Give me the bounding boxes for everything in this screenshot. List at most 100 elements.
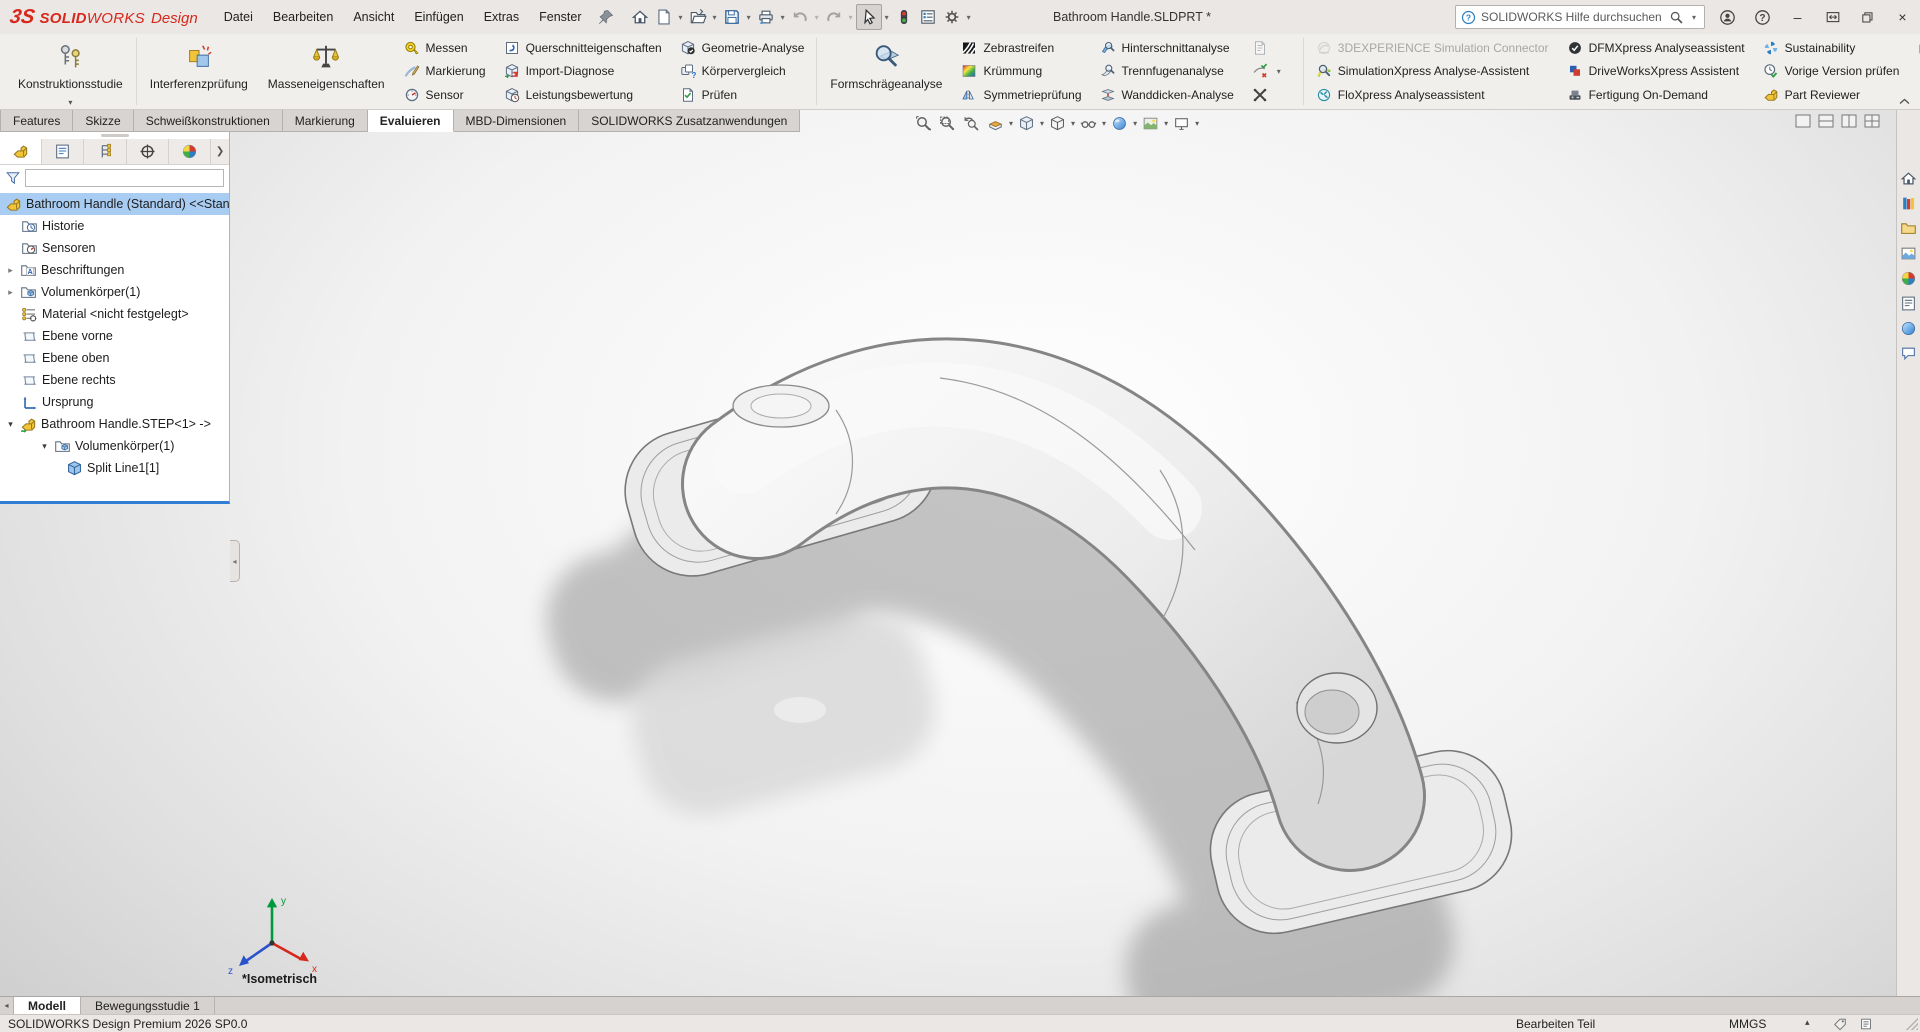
- tree-item-solid-bodies-sub[interactable]: ▾ Volumenkörper(1): [0, 435, 229, 457]
- undo-button[interactable]: [788, 4, 812, 30]
- options-list-icon[interactable]: [916, 4, 940, 30]
- panel-grip-handle[interactable]: [0, 132, 229, 139]
- driveworksxpress-wizard-button[interactable]: DriveWorksXpress Assistent: [1564, 60, 1748, 82]
- display-style-button[interactable]: [1046, 112, 1069, 134]
- tab-features[interactable]: Features: [0, 110, 73, 132]
- check-previous-version-button[interactable]: Vorige Version prüfen: [1760, 60, 1903, 82]
- manufacturing-on-demand-button[interactable]: Fertigung On-Demand: [1564, 84, 1748, 106]
- undercut-analysis-button[interactable]: Hinterschnittanalyse: [1097, 37, 1237, 59]
- new-document-caret[interactable]: ▾: [676, 13, 686, 22]
- markup-button[interactable]: Markierung: [401, 60, 489, 82]
- display-style-caret[interactable]: ▾: [1070, 119, 1076, 128]
- tab-evaluieren[interactable]: Evaluieren: [368, 110, 454, 132]
- zoom-area-button[interactable]: [936, 112, 959, 134]
- search-input[interactable]: [1481, 10, 1664, 24]
- search-icon[interactable]: [1669, 10, 1684, 25]
- tab-dimxpert-manager[interactable]: [127, 139, 169, 164]
- draft-analysis-button[interactable]: Formschrägeanalyse: [820, 36, 952, 107]
- tree-item-right-plane[interactable]: Ebene rechts: [0, 369, 229, 391]
- previous-view-button[interactable]: [960, 112, 983, 134]
- view-orientation-caret[interactable]: ▾: [1039, 119, 1045, 128]
- graphics-area[interactable]: y x z ▾ ▾ ▾ ▾ ▾ ▾ ▾ *Isometrisch: [0, 110, 1896, 996]
- view-settings-button[interactable]: [1170, 112, 1193, 134]
- pin-menu-icon[interactable]: [594, 4, 618, 30]
- home-button[interactable]: [628, 4, 652, 30]
- curvature-button[interactable]: Krümmung: [958, 60, 1084, 82]
- tab-solidworks-zusatzanwendungen[interactable]: SOLIDWORKS Zusatzanwendungen: [579, 110, 800, 132]
- design-library-icon[interactable]: [1900, 195, 1917, 212]
- mass-properties-button[interactable]: Masseneigenschaften: [258, 36, 395, 107]
- tab-schweisskonstruktionen[interactable]: Schweißkonstruktionen: [134, 110, 283, 132]
- part-reviewer-button[interactable]: Part Reviewer: [1760, 84, 1903, 106]
- tree-item-material[interactable]: Material <nicht festgelegt>: [0, 303, 229, 325]
- compare-bodies-button[interactable]: ?Körpervergleich: [677, 60, 808, 82]
- menu-einfuegen[interactable]: Einfügen: [404, 5, 473, 29]
- tree-item-front-plane[interactable]: Ebene vorne: [0, 325, 229, 347]
- close-button[interactable]: ×: [1885, 0, 1920, 34]
- solidworks-resources-icon[interactable]: [1900, 170, 1917, 187]
- tree-item-top-plane[interactable]: Ebene oben: [0, 347, 229, 369]
- tree-item-solid-bodies[interactable]: ▸ Volumenkörper(1): [0, 281, 229, 303]
- select-tool-button[interactable]: [856, 4, 882, 30]
- switch-window-button[interactable]: [1815, 0, 1850, 34]
- panel-tabs-overflow-chevron[interactable]: ❯: [211, 139, 229, 164]
- hide-show-items-button[interactable]: [1077, 112, 1100, 134]
- zoom-fit-button[interactable]: [912, 112, 935, 134]
- tab-bewegungsstudie[interactable]: Bewegungsstudie 1: [81, 997, 215, 1014]
- zebra-stripes-button[interactable]: Zebrastreifen: [958, 37, 1084, 59]
- section-properties-button[interactable]: Querschnitteigenschaften: [501, 37, 665, 59]
- tree-item-history[interactable]: Historie: [0, 215, 229, 237]
- options-gear-button[interactable]: [940, 4, 964, 30]
- two-view-vertical-button[interactable]: [1841, 114, 1857, 128]
- save-button[interactable]: [720, 4, 744, 30]
- four-view-button[interactable]: [1864, 114, 1880, 128]
- model-canvas[interactable]: y x z: [0, 110, 1896, 996]
- menu-fenster[interactable]: Fenster: [529, 5, 591, 29]
- login-user-icon[interactable]: [1710, 0, 1745, 34]
- design-study-button[interactable]: Konstruktionsstudie ▾: [8, 36, 133, 107]
- tree-item-annotations[interactable]: ▸ A Beschriftungen: [0, 259, 229, 281]
- apply-scene-caret[interactable]: ▾: [1163, 119, 1169, 128]
- view-orientation-button[interactable]: [1015, 112, 1038, 134]
- edit-appearance-caret[interactable]: ▾: [1132, 119, 1138, 128]
- open-button[interactable]: [686, 4, 710, 30]
- forum-chat-icon[interactable]: [1900, 345, 1917, 362]
- options-gear-caret[interactable]: ▾: [964, 13, 974, 22]
- thickness-analysis-button[interactable]: Wanddicken-Analyse: [1097, 84, 1237, 106]
- menu-ansicht[interactable]: Ansicht: [343, 5, 404, 29]
- hide-show-items-caret[interactable]: ▾: [1101, 119, 1107, 128]
- expand-arrow-icon[interactable]: ▸: [5, 287, 16, 298]
- grid-check-button[interactable]: [1249, 84, 1287, 106]
- measure-button[interactable]: Messen: [401, 37, 489, 59]
- single-view-button[interactable]: [1795, 114, 1811, 128]
- appearances-scenes-icon[interactable]: [1900, 270, 1917, 287]
- custom-properties-icon[interactable]: [1900, 295, 1917, 312]
- sustainability-button[interactable]: Sustainability: [1760, 37, 1903, 59]
- filter-funnel-icon[interactable]: [5, 170, 21, 186]
- units-caret-icon[interactable]: ▴: [1805, 1017, 1810, 1028]
- section-view-caret[interactable]: ▾: [1008, 119, 1014, 128]
- tree-item-imported-part[interactable]: ▾ Bathroom Handle.STEP<1> ->: [0, 413, 229, 435]
- floxpress-wizard-button[interactable]: FloXpress Analyseassistent: [1313, 84, 1552, 106]
- tab-scroll-left-stub[interactable]: ◂: [0, 997, 14, 1014]
- restore-button[interactable]: [1850, 0, 1885, 34]
- tree-item-origin[interactable]: Ursprung: [0, 391, 229, 413]
- tab-display-manager[interactable]: [169, 139, 211, 164]
- new-document-button[interactable]: [652, 4, 676, 30]
- performance-evaluation-button[interactable]: Leistungsbewertung: [501, 84, 665, 106]
- status-note-icon[interactable]: [1859, 1017, 1873, 1031]
- tab-property-manager[interactable]: [42, 139, 84, 164]
- tab-mbd-dimensionen[interactable]: MBD-Dimensionen: [454, 110, 580, 132]
- search-scope-caret[interactable]: ▾: [1689, 13, 1699, 22]
- tab-markierung[interactable]: Markierung: [283, 110, 368, 132]
- view-palette-icon[interactable]: [1900, 245, 1917, 262]
- dfmxpress-wizard-button[interactable]: DFMXpress Analyseassistent: [1564, 37, 1748, 59]
- deviation-check-button[interactable]: ▾: [1249, 60, 1287, 82]
- apply-scene-button[interactable]: [1139, 112, 1162, 134]
- expand-arrow-icon[interactable]: ▸: [5, 265, 16, 276]
- redo-button[interactable]: [822, 4, 846, 30]
- simulationxpress-wizard-button[interactable]: SimulationXpress Analyse-Assistent: [1313, 60, 1552, 82]
- select-tool-caret[interactable]: ▾: [882, 13, 892, 22]
- 3dexperience-pane-icon[interactable]: [1900, 320, 1917, 337]
- tab-configuration-manager[interactable]: [84, 139, 126, 164]
